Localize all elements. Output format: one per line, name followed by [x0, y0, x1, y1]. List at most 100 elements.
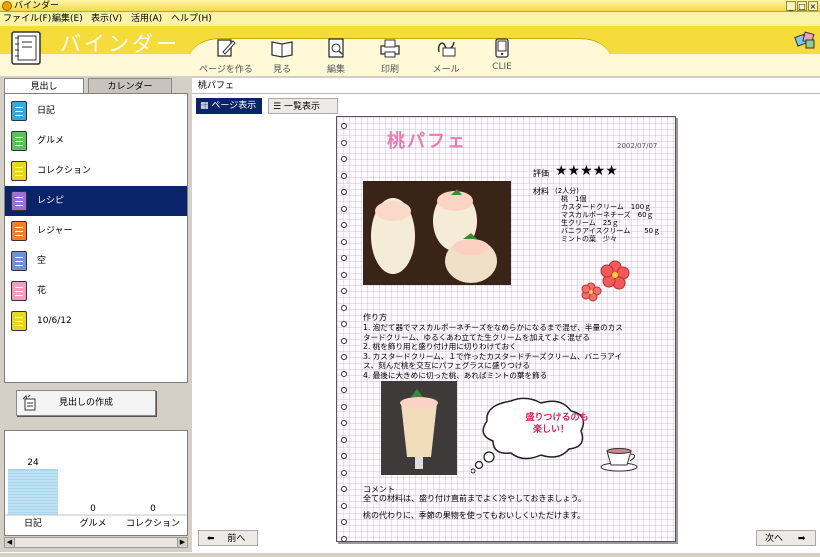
- binder-ring: [341, 370, 347, 377]
- chart-category-label: 日記: [24, 517, 42, 529]
- view-button[interactable]: 見る: [254, 38, 310, 76]
- binder-ring: [341, 486, 347, 492]
- next-label: 次へ: [765, 534, 784, 544]
- maximize-button[interactable]: □: [797, 1, 807, 11]
- search-page-icon: [328, 38, 344, 58]
- puzzle-icon[interactable]: [794, 30, 818, 50]
- recipe-title: 桃パフェ: [387, 131, 467, 152]
- print-label: 印刷: [380, 65, 399, 75]
- next-button[interactable]: 次へ ➡: [756, 530, 816, 546]
- notebook-label: 日記: [37, 106, 56, 116]
- notebook-icon: [11, 221, 27, 241]
- app-icon: [2, 1, 12, 11]
- notebook-item[interactable]: グルメ: [5, 126, 187, 156]
- binder-ring: [341, 337, 347, 344]
- method-line: 2. 桃を飾り用と盛り付け用に切りわけておく: [363, 342, 517, 352]
- page-view-button[interactable]: ▦ ページ表示: [196, 98, 262, 114]
- notebook-item[interactable]: 日記: [5, 96, 187, 126]
- create-index-label: 見出しの作成: [58, 398, 113, 408]
- notebook-icon: [11, 161, 27, 181]
- menu-file[interactable]: ファイル(F): [3, 13, 51, 25]
- view-label: 見る: [272, 65, 291, 75]
- edit-button[interactable]: 編集: [308, 38, 364, 76]
- create-index-button[interactable]: 見出しの作成: [16, 390, 156, 416]
- menu-help[interactable]: ヘルプ(H): [171, 13, 212, 25]
- tab-calendar[interactable]: カレンダー: [88, 78, 172, 94]
- page-view-area: ▦ ページ表示 ☰ 一覧表示 桃パフェ 2002/07/07 評価 ★★★★★ …: [192, 94, 820, 552]
- binder-ring: [341, 288, 347, 294]
- chart-value-label: 24: [27, 458, 39, 468]
- chart-value-label: 0: [150, 504, 156, 514]
- binder-ring: [341, 420, 347, 426]
- notebook-item[interactable]: 空: [5, 246, 187, 276]
- method-line: タードクリーム、ゆるくあわ立てた生クリームを加えてよく混ぜる: [363, 332, 590, 342]
- method-line: 4. 最後に大きめに切った桃、あればミントの葉を飾る: [363, 370, 548, 380]
- notebook-icon: [11, 251, 27, 271]
- scroll-right-icon[interactable]: ▶: [177, 538, 187, 547]
- binder-ring: [341, 502, 347, 509]
- ingredient-line: ミントの葉 少々: [561, 235, 617, 243]
- scroll-left-icon[interactable]: ◀: [5, 538, 15, 547]
- prev-button[interactable]: ⬅ 前へ: [198, 530, 258, 546]
- binder-ring: [341, 436, 347, 443]
- new-index-icon: [22, 395, 36, 411]
- status-bar: [0, 552, 820, 557]
- bubble-text-2: 楽しい！: [533, 425, 570, 435]
- toolbar: バインダー ページを作る 見る 編集 印刷 メール CLIE: [0, 26, 820, 76]
- arrow-right-icon: ➡: [797, 534, 806, 544]
- mail-icon: [437, 41, 456, 57]
- prev-label: 前へ: [227, 534, 246, 544]
- window-title: バインダー: [14, 1, 60, 11]
- notebook-item[interactable]: レシピ: [5, 186, 187, 216]
- comment-line-1: 全ての材料は、盛り付け直前までよく冷やしておきましょう。: [363, 494, 587, 503]
- print-button[interactable]: 印刷: [362, 38, 418, 76]
- ingredient-line: マスカルポーネチーズ 60ｇ: [561, 211, 654, 219]
- notebook-item[interactable]: 花: [5, 276, 187, 306]
- menu-utilize[interactable]: 活用(A): [131, 13, 162, 25]
- chart-category-label: グルメ: [79, 517, 106, 529]
- notebook-item[interactable]: レジャー: [5, 216, 187, 246]
- ingredient-line: バニラアイスクリーム 50ｇ: [561, 227, 661, 235]
- horizontal-scrollbar[interactable]: ◀ ▶: [4, 537, 188, 548]
- chart-canvas: 24 日記 0 グルメ 0 コレクション: [5, 458, 187, 529]
- binder-ring: [341, 387, 347, 393]
- edit-page-icon: [217, 39, 236, 57]
- clie-button[interactable]: CLIE: [474, 38, 530, 76]
- tab-index[interactable]: 見出し: [4, 78, 84, 94]
- notebook-item[interactable]: 10/6/12: [5, 306, 187, 336]
- binder-ring: [341, 222, 347, 228]
- list-view-label: 一覧表示: [283, 102, 320, 112]
- ingredient-line: 桃 1個: [561, 195, 587, 203]
- open-book-icon: [271, 41, 293, 58]
- app-label: バインダー: [60, 32, 180, 56]
- coffee-cup-icon: [600, 448, 638, 472]
- minimize-button[interactable]: _: [786, 1, 796, 11]
- binder-ring: [341, 139, 347, 146]
- menu-bar: ファイル(F) 編集(E) 表示(V) 活用(A) ヘルプ(H): [0, 12, 820, 26]
- mail-label: メール: [432, 65, 460, 75]
- create-page-button[interactable]: ページを作る: [198, 38, 254, 76]
- page-view-label: ページ表示: [211, 101, 257, 111]
- comment-line-2: 桃の代わりに、季節の果物を使ってもおいしくいただけます。: [363, 511, 586, 520]
- binder-ring: [341, 271, 347, 278]
- menu-edit[interactable]: 編集(E): [52, 13, 83, 25]
- chart-value-label: 0: [90, 504, 96, 514]
- notebook-icon: [11, 311, 27, 331]
- close-button[interactable]: ×: [808, 1, 818, 11]
- speech-bubble: [471, 397, 585, 474]
- notebook-icon: [11, 131, 27, 151]
- menu-view[interactable]: 表示(V): [91, 13, 122, 25]
- method-steps: 1. 泡だて器でマスカルポーネチーズをなめらかになるまで混ぜ、半量のカス タードク…: [363, 323, 623, 381]
- mail-button[interactable]: メール: [418, 38, 474, 76]
- binder-ring: [341, 535, 347, 542]
- notebook-label: レジャー: [37, 226, 73, 236]
- binder-app-icon: [11, 31, 41, 65]
- list-view-button[interactable]: ☰ 一覧表示: [268, 98, 338, 114]
- ingredient-line: カスタードクリーム 100ｇ: [561, 203, 652, 211]
- binder-ring: [341, 156, 347, 162]
- binder-ring: [341, 519, 347, 525]
- clie-device-icon: [495, 38, 509, 58]
- notebook-icon: [11, 281, 27, 301]
- title-bar: バインダー _ □ ×: [0, 0, 820, 12]
- notebook-item[interactable]: コレクション: [5, 156, 187, 186]
